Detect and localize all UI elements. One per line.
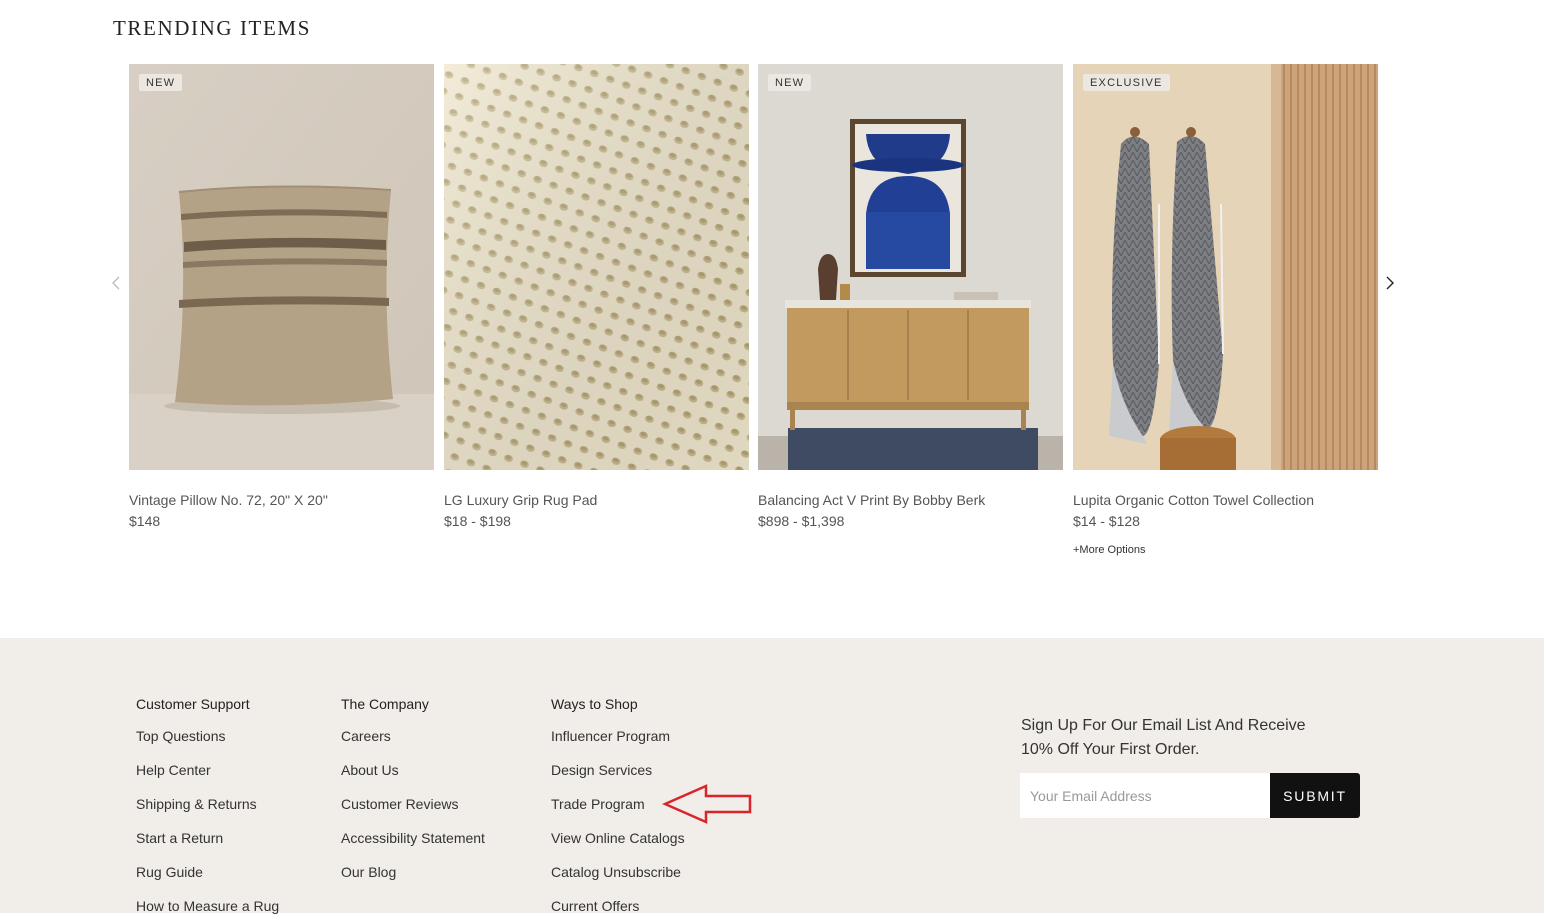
site-footer: Customer Support Top Questions Help Cent… [0,638,1544,914]
footer-link-about-us[interactable]: About Us [341,762,399,778]
product-card[interactable]: LG Luxury Grip Rug Pad $18 - $198 [444,64,749,529]
annotation-arrow-icon [662,784,752,824]
product-badge: NEW [768,74,812,91]
chevron-right-icon [1386,276,1394,290]
product-name[interactable]: Balancing Act V Print By Bobby Berk [758,492,985,508]
footer-column-the-company: The Company Careers About Us Customer Re… [341,696,485,880]
product-card[interactable]: EXCLUSIVE Lupita Organic Cotton Towel Co… [1073,64,1378,556]
product-price: $18 - $198 [444,513,511,529]
product-price: $14 - $128 [1073,513,1140,529]
footer-link-customer-reviews[interactable]: Customer Reviews [341,796,458,812]
footer-column-heading: Ways to Shop [551,696,638,712]
product-badge: EXCLUSIVE [1083,74,1170,91]
product-name[interactable]: LG Luxury Grip Rug Pad [444,492,597,508]
footer-link-top-questions[interactable]: Top Questions [136,728,226,744]
footer-column-heading: The Company [341,696,429,712]
product-image-towels[interactable]: EXCLUSIVE [1073,64,1378,470]
footer-link-blog[interactable]: Our Blog [341,864,396,880]
footer-column-customer-support: Customer Support Top Questions Help Cent… [136,696,279,914]
carousel-next-button[interactable] [1380,270,1400,296]
product-price: $898 - $1,398 [758,513,845,529]
footer-link-careers[interactable]: Careers [341,728,391,744]
email-signup-text: Sign Up For Our Email List And Receive 1… [1021,717,1306,758]
trending-items-heading: TRENDING ITEMS [113,16,311,40]
product-image-pillow[interactable]: NEW [129,64,434,470]
footer-link-trade-program[interactable]: Trade Program [551,796,645,812]
footer-link-online-catalogs[interactable]: View Online Catalogs [551,830,685,846]
footer-link-help-center[interactable]: Help Center [136,762,211,778]
chevron-left-icon [112,276,120,290]
product-name[interactable]: Vintage Pillow No. 72, 20" X 20" [129,492,328,508]
footer-link-catalog-unsubscribe[interactable]: Catalog Unsubscribe [551,864,681,880]
footer-link-rug-guide[interactable]: Rug Guide [136,864,203,880]
footer-link-shipping-returns[interactable]: Shipping & Returns [136,796,257,812]
carousel-prev-button[interactable] [106,270,126,296]
product-name[interactable]: Lupita Organic Cotton Towel Collection [1073,492,1314,508]
footer-link-design-services[interactable]: Design Services [551,762,652,778]
product-badge: NEW [139,74,183,91]
footer-link-influencer-program[interactable]: Influencer Program [551,728,670,744]
product-image-print[interactable]: NEW [758,64,1063,470]
footer-column-ways-to-shop: Ways to Shop Influencer Program Design S… [551,696,685,914]
product-card[interactable]: NEW Vintage Pillow No. 72, 20" X 20" $14… [129,64,434,529]
footer-column-heading: Customer Support [136,696,250,712]
email-input[interactable] [1020,773,1270,818]
product-image-rug-pad[interactable] [444,64,749,470]
footer-link-accessibility[interactable]: Accessibility Statement [341,830,485,846]
submit-button[interactable]: SUBMIT [1270,773,1360,818]
footer-link-start-return[interactable]: Start a Return [136,830,223,846]
product-price: $148 [129,513,161,529]
footer-link-current-offers[interactable]: Current Offers [551,898,639,914]
footer-link-measure-rug[interactable]: How to Measure a Rug [136,898,279,914]
product-card[interactable]: NEW Balancing Act V Print By Bobby Berk … [758,64,1063,529]
more-options-link[interactable]: +More Options [1073,544,1145,556]
